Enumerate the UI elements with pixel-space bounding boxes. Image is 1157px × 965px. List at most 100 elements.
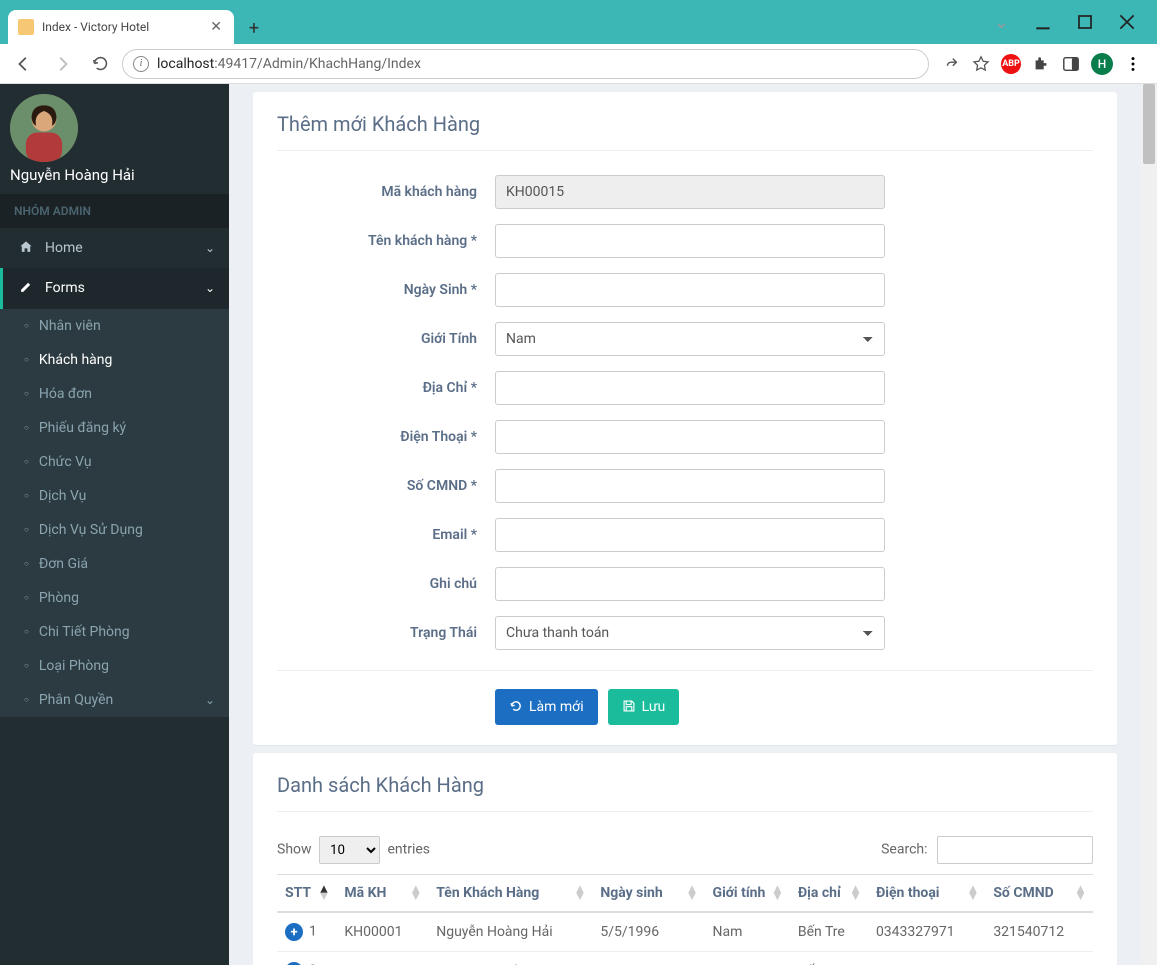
table-cell: Nguyễn Hoàng Hải bbox=[428, 912, 592, 952]
table-search-control: Search: bbox=[881, 836, 1093, 864]
new-tab-button[interactable]: + bbox=[240, 14, 268, 42]
table-search-input[interactable] bbox=[937, 836, 1093, 864]
sort-icon: ▲▼ bbox=[966, 886, 979, 900]
dob-input[interactable] bbox=[495, 273, 885, 307]
status-select[interactable]: Chưa thanh toán bbox=[495, 616, 885, 650]
window-close[interactable] bbox=[1113, 8, 1141, 36]
sort-icon: ▲▼ bbox=[573, 886, 586, 900]
scrollbar[interactable] bbox=[1141, 84, 1157, 965]
sidebar-subitem[interactable]: Khách hàng bbox=[0, 343, 229, 377]
reset-button[interactable]: Làm mới bbox=[495, 689, 598, 725]
sidebar-subitem[interactable]: Chi Tiết Phòng bbox=[0, 615, 229, 649]
browser-tab[interactable]: Index - Victory Hotel ✕ bbox=[8, 10, 234, 44]
sidebar-subitem[interactable]: Đơn Giá bbox=[0, 547, 229, 581]
bookmark-star-icon[interactable] bbox=[971, 54, 991, 74]
sidebar-item-label: Loại Phòng bbox=[39, 658, 109, 674]
expand-row-button[interactable]: + bbox=[285, 923, 303, 941]
sidebar-item-forms[interactable]: Forms ⌄ bbox=[0, 268, 229, 308]
column-header[interactable]: Địa chỉ▲▼ bbox=[790, 875, 868, 913]
table-cell: +1 bbox=[277, 912, 336, 952]
customer-table: STT▲▼Mã KH▲▼Tên Khách Hàng▲▼Ngày sinh▲▼G… bbox=[277, 874, 1093, 965]
form-label-cmnd: Số CMND * bbox=[277, 478, 495, 494]
sort-icon: ▲▼ bbox=[686, 886, 699, 900]
sidebar-subitem[interactable]: Phân Quyền⌄ bbox=[0, 683, 229, 717]
tab-close-icon[interactable]: ✕ bbox=[208, 19, 224, 35]
undo-icon bbox=[509, 699, 523, 715]
sidebar-item-label: Dịch Vụ Sử Dụng bbox=[39, 522, 143, 538]
address-bar[interactable]: i localhost:49417/Admin/KhachHang/Index bbox=[122, 49, 929, 79]
table-cell: 321540712 bbox=[985, 912, 1093, 952]
sidebar-group-label: NHÓM ADMIN bbox=[0, 194, 229, 228]
sidebar-subitem[interactable]: Dịch Vụ bbox=[0, 479, 229, 513]
sidebar-subitem[interactable]: Phiếu đăng ký bbox=[0, 411, 229, 445]
email-input[interactable] bbox=[495, 518, 885, 552]
back-button[interactable] bbox=[8, 48, 40, 80]
add-customer-panel: Thêm mới Khách Hàng Mã khách hàng Tên kh… bbox=[253, 92, 1117, 745]
table-cell: 10/22/1996 bbox=[592, 952, 704, 965]
window-minimize[interactable] bbox=[1029, 8, 1057, 36]
extensions-icon[interactable] bbox=[1031, 54, 1051, 74]
sort-icon: ▲▼ bbox=[1074, 886, 1087, 900]
gender-select[interactable]: Nam bbox=[495, 322, 885, 356]
sidepanel-icon[interactable] bbox=[1061, 54, 1081, 74]
user-name: Nguyễn Hoàng Hải bbox=[10, 166, 219, 184]
column-header[interactable]: Mã KH▲▼ bbox=[336, 875, 428, 913]
share-icon[interactable] bbox=[941, 54, 961, 74]
table-cell: Bến Tre bbox=[790, 912, 868, 952]
column-header[interactable]: Giới tính▲▼ bbox=[705, 875, 790, 913]
sidebar-subitem[interactable]: Loại Phòng bbox=[0, 649, 229, 683]
form-label-email: Email * bbox=[277, 527, 495, 543]
sidebar-subitem[interactable]: Nhân viên bbox=[0, 309, 229, 343]
column-header[interactable]: Số CMND▲▼ bbox=[985, 875, 1093, 913]
profile-avatar[interactable]: H bbox=[1091, 53, 1113, 75]
table-cell: 0343327971 bbox=[868, 912, 985, 952]
sidebar-subitem[interactable]: Dịch Vụ Sử Dụng bbox=[0, 513, 229, 547]
table-cell: 301382714 bbox=[985, 952, 1093, 965]
home-icon bbox=[17, 240, 35, 256]
edit-icon bbox=[17, 280, 35, 296]
reload-button[interactable] bbox=[84, 48, 116, 80]
scrollbar-thumb[interactable] bbox=[1143, 84, 1155, 164]
address-input[interactable] bbox=[495, 371, 885, 405]
sidebar-item-label: Home bbox=[45, 240, 83, 256]
column-header[interactable]: STT▲▼ bbox=[277, 875, 336, 913]
customer-code-input bbox=[495, 175, 885, 209]
chevron-down-icon: ⌄ bbox=[205, 693, 215, 707]
column-header[interactable]: Điện thoại▲▼ bbox=[868, 875, 985, 913]
table-cell: 5/5/1996 bbox=[592, 912, 704, 952]
phone-input[interactable] bbox=[495, 420, 885, 454]
sidebar-subitem[interactable]: Chức Vụ bbox=[0, 445, 229, 479]
note-input[interactable] bbox=[495, 567, 885, 601]
page-size-select[interactable]: 10 bbox=[319, 836, 380, 864]
sidebar-subitem[interactable]: Phòng bbox=[0, 581, 229, 615]
panel-title: Danh sách Khách Hàng bbox=[277, 773, 1093, 812]
browser-menu-icon[interactable] bbox=[1123, 54, 1143, 74]
save-icon bbox=[622, 699, 636, 715]
form-label-ten: Tên khách hàng * bbox=[277, 233, 495, 249]
abp-extension-icon[interactable]: ABP bbox=[1001, 54, 1021, 74]
sidebar-item-label: Phòng bbox=[39, 590, 79, 606]
sidebar-subitem[interactable]: Hóa đơn bbox=[0, 377, 229, 411]
window-maximize[interactable] bbox=[1071, 8, 1099, 36]
sidebar-item-label: Chức Vụ bbox=[39, 454, 92, 470]
table-row: +2KH00002Cao Lan Trinh10/22/1996NữBến Tr… bbox=[277, 952, 1093, 965]
customer-name-input[interactable] bbox=[495, 224, 885, 258]
sidebar-item-label: Phiếu đăng ký bbox=[39, 420, 126, 436]
sidebar-item-home[interactable]: Home ⌄ bbox=[0, 228, 229, 268]
table-length-control: Show 10 entries bbox=[277, 836, 430, 864]
sidebar-item-label: Forms bbox=[45, 280, 85, 296]
form-label-ma: Mã khách hàng bbox=[277, 184, 495, 200]
column-header[interactable]: Tên Khách Hàng▲▼ bbox=[428, 875, 592, 913]
table-cell: Nữ bbox=[705, 952, 790, 965]
forward-button[interactable] bbox=[46, 48, 78, 80]
save-button[interactable]: Lưu bbox=[608, 689, 680, 725]
column-header[interactable]: Ngày sinh▲▼ bbox=[592, 875, 704, 913]
form-label-ghichu: Ghi chú bbox=[277, 576, 495, 592]
table-cell: Nam bbox=[705, 912, 790, 952]
sidebar-item-label: Hóa đơn bbox=[39, 386, 92, 402]
site-info-icon[interactable]: i bbox=[133, 56, 149, 72]
form-label-ngaysinh: Ngày Sinh * bbox=[277, 282, 495, 298]
user-avatar[interactable] bbox=[10, 94, 78, 162]
window-divider: ⌄ bbox=[994, 12, 1009, 33]
idcard-input[interactable] bbox=[495, 469, 885, 503]
